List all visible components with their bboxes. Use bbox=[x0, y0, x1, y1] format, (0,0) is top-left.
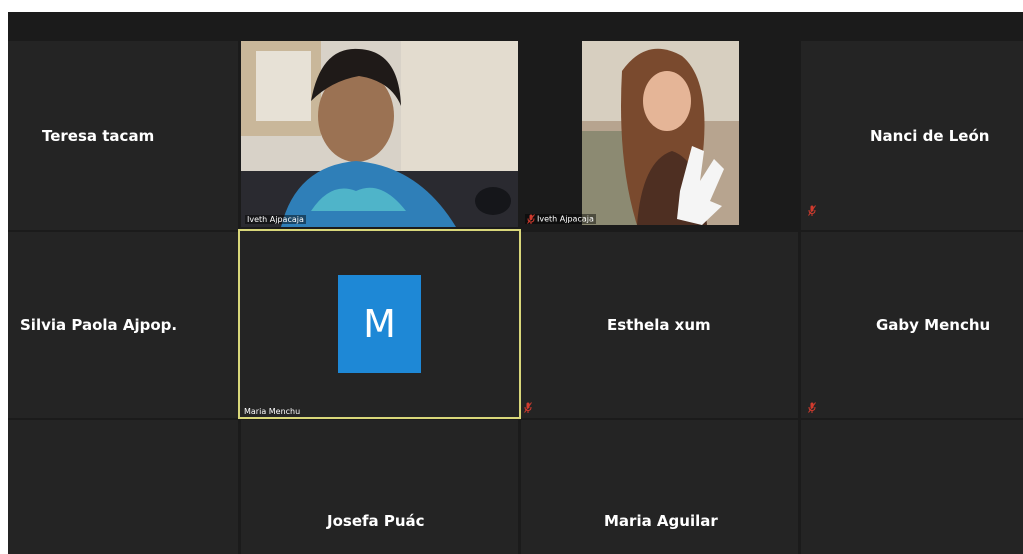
participant-tile-nanci[interactable]: Nanci de León bbox=[801, 41, 1023, 230]
participant-name-caption: Iveth Ajpacaja bbox=[525, 214, 596, 224]
participant-name-caption: Iveth Ajpacaja bbox=[245, 215, 306, 224]
participant-tile-maria-aguilar[interactable]: Maria Aguilar bbox=[521, 420, 798, 554]
empty-tile bbox=[801, 420, 1023, 554]
participant-tile-silvia[interactable]: Silvia Paola Ajpop. bbox=[8, 232, 238, 418]
participant-name: Iveth Ajpacaja bbox=[537, 214, 594, 224]
participant-name: Silvia Paola Ajpop. bbox=[20, 316, 178, 334]
participant-name: Esthela xum bbox=[607, 316, 711, 334]
microphone-muted-icon bbox=[524, 402, 532, 413]
participant-tile-maria-menchu[interactable]: M Maria Menchu bbox=[238, 229, 521, 419]
participant-video-frame bbox=[582, 41, 739, 225]
participant-tile-esthela[interactable]: Esthela xum bbox=[521, 232, 798, 418]
microphone-muted-icon bbox=[527, 214, 535, 224]
microphone-muted-icon bbox=[808, 205, 816, 216]
participant-video-iveth-2[interactable]: Iveth Ajpacaja bbox=[521, 41, 798, 227]
video-gallery: Teresa tacam Iveth Ajpacaja Iveth Ajpaca… bbox=[8, 12, 1023, 554]
avatar-letter: M bbox=[363, 302, 396, 346]
microphone-muted-icon bbox=[808, 402, 816, 413]
participant-tile-gaby[interactable]: Gaby Menchu bbox=[801, 232, 1023, 418]
participant-video-frame bbox=[241, 41, 518, 227]
participant-avatar: M bbox=[338, 275, 421, 373]
participant-name: Nanci de León bbox=[870, 127, 990, 145]
participant-name: Teresa tacam bbox=[42, 127, 155, 145]
participant-tile-teresa[interactable]: Teresa tacam bbox=[8, 41, 238, 230]
participant-name-caption: Maria Menchu bbox=[244, 407, 301, 416]
empty-tile bbox=[8, 420, 238, 554]
participant-name: Maria Aguilar bbox=[604, 512, 718, 530]
participant-name: Gaby Menchu bbox=[876, 316, 991, 334]
participant-video-iveth-1[interactable]: Iveth Ajpacaja bbox=[241, 41, 518, 227]
participant-tile-josefa[interactable]: Josefa Puác bbox=[241, 420, 518, 554]
participant-name: Josefa Puác bbox=[327, 512, 425, 530]
